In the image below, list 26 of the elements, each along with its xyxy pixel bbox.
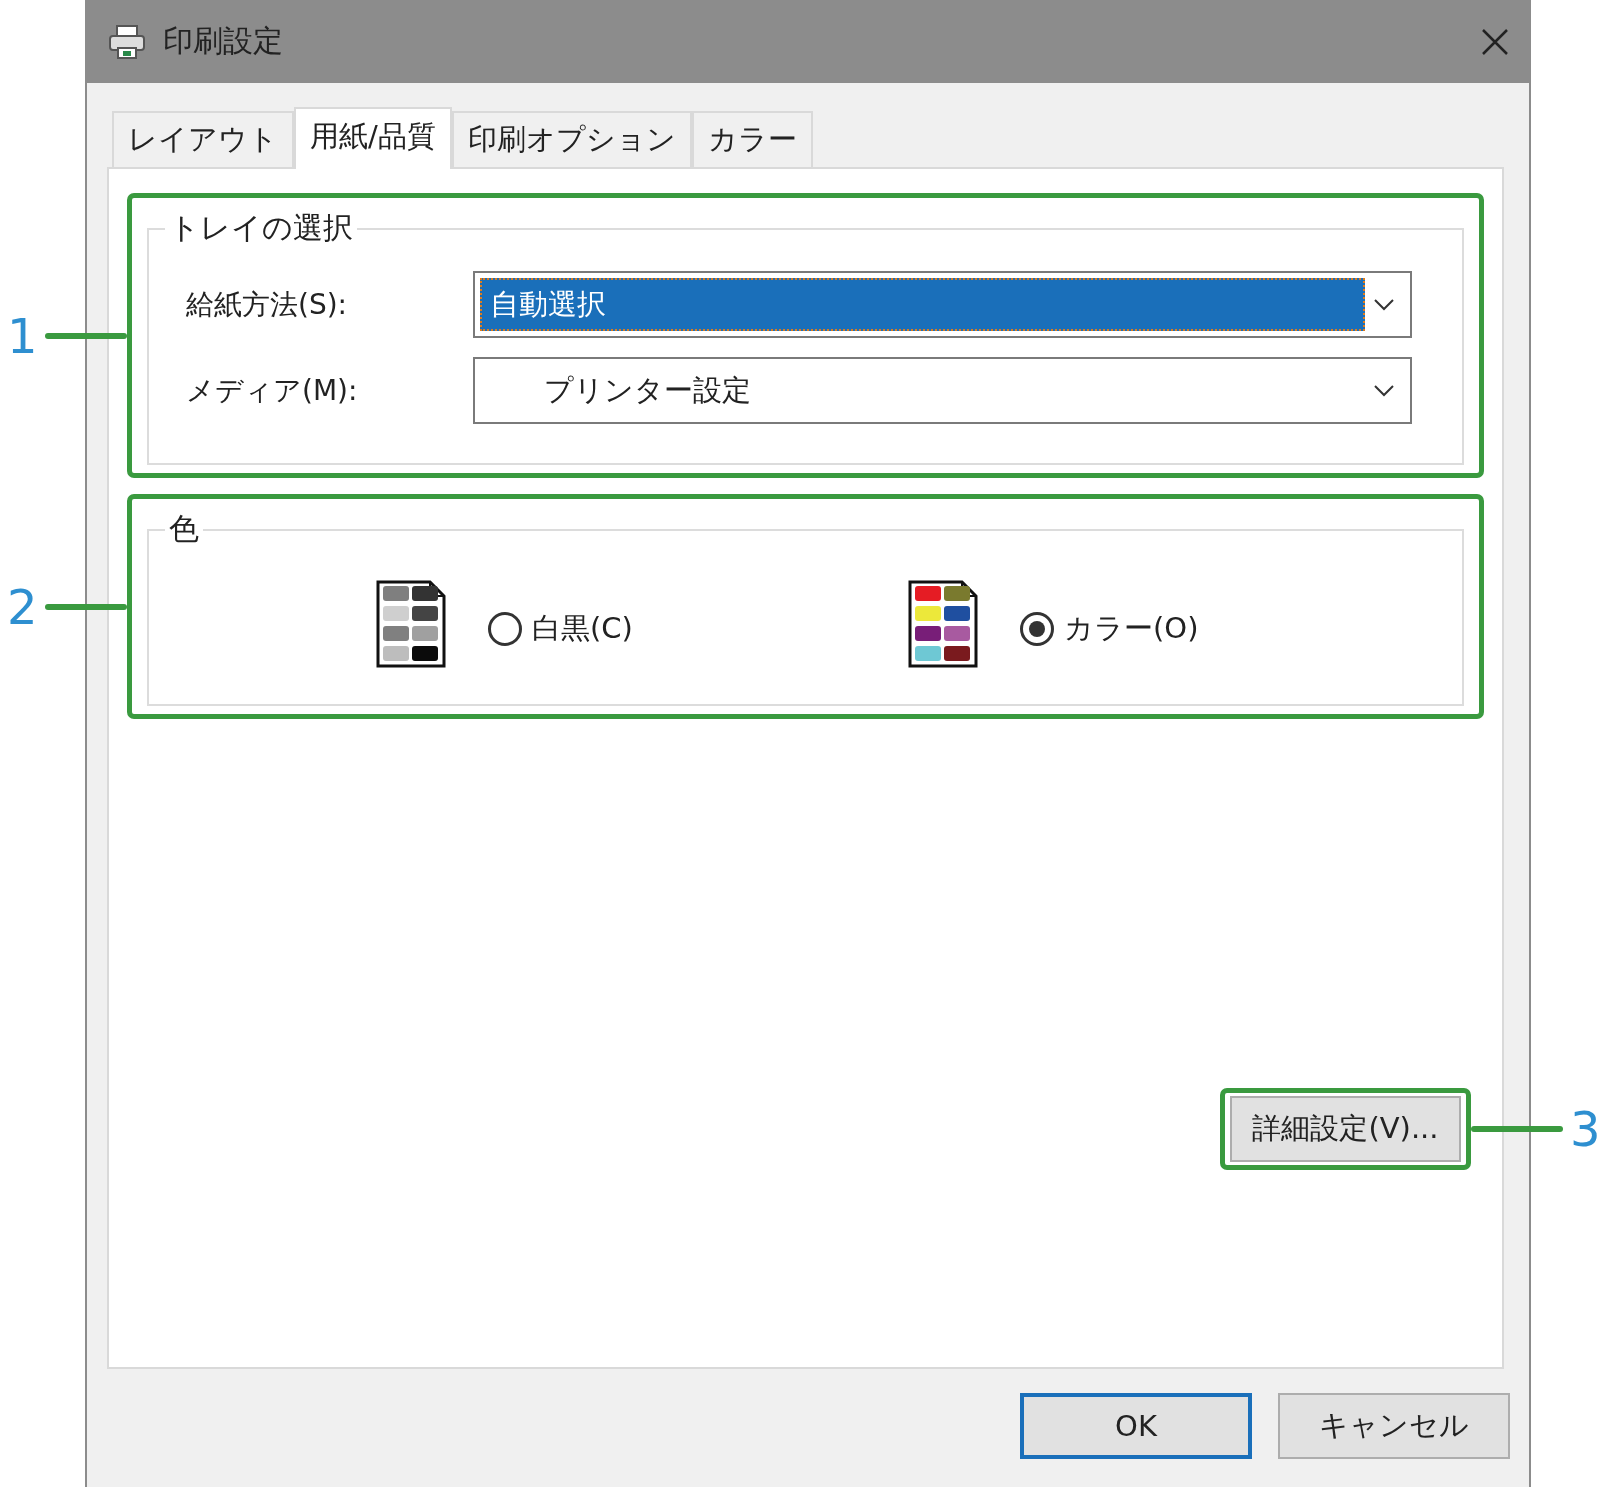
window-title: 印刷設定 [163,22,284,60]
radio-button[interactable] [488,612,522,646]
field-label: 給紙方法(S): [185,286,349,323]
tab[interactable]: 用紙/品質 [294,107,452,169]
cancel-button[interactable]: キャンセル [1278,1393,1510,1459]
tab[interactable]: カラー [691,111,813,167]
dropdown-value: プリンター設定 [543,371,752,409]
advanced-settings-button[interactable]: 詳細設定(V)... [1230,1096,1461,1162]
dropdown[interactable]: 自動選択 [473,271,1412,338]
callout-number: 2 [7,582,38,631]
dropdown-value: 自動選択 [480,278,1365,331]
tab[interactable]: 印刷オプション [451,111,692,167]
callout-number: 3 [1570,1105,1601,1153]
group-title: 色 [168,510,200,548]
tab[interactable]: レイアウト [112,111,294,167]
close-icon[interactable] [1481,27,1509,56]
dropdown[interactable]: プリンター設定 [473,357,1412,424]
ok-button[interactable]: OK [1020,1393,1252,1459]
field-label: メディア(M): [185,372,359,409]
radio-button[interactable] [1020,612,1054,646]
grayscale-page-icon [376,580,448,668]
color-page-icon [908,580,980,668]
radio-label[interactable]: 白黒(C) [532,609,633,649]
callout-number: 1 [7,311,38,360]
radio-label[interactable]: カラー(O) [1064,609,1199,649]
group-title: トレイの選択 [168,209,354,247]
